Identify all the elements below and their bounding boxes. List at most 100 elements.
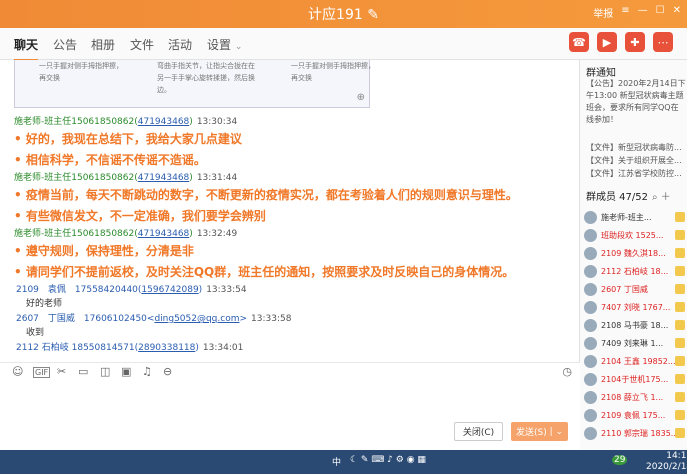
message-text: • 有些微信发文，不一定准确，我们要学会辨别	[14, 209, 266, 223]
member-item[interactable]: 2104于世机175...	[584, 370, 687, 388]
image-caption-1: 一只手握对侧手拇指押擦， 再交换	[39, 62, 123, 82]
notice-file[interactable]: 【文件】新型冠状病毒防...	[586, 142, 682, 153]
member-item[interactable]: 2109 袁佩 175...	[584, 406, 687, 424]
tab-announcement[interactable]: 公告	[53, 36, 77, 53]
message-header: 施老师-班主任15061850862(471943468) 13:32:49	[14, 229, 238, 239]
member-item[interactable]: 2110 郭宗瑞 1835...	[584, 424, 687, 442]
avatar	[584, 246, 597, 260]
more-apps-icon[interactable]: ⋯	[653, 32, 673, 52]
message-text: • 遵守规则，保持理性，分清是非	[14, 244, 194, 258]
badge-icon	[675, 302, 685, 312]
tray-icons: ☾ ✎ ⌨ ♪ ⚙ ◉ ▦	[350, 455, 426, 465]
gif-icon[interactable]: GIF	[33, 367, 51, 378]
badge-icon	[675, 320, 685, 330]
minimize-button[interactable]: —	[638, 5, 648, 20]
image-caption-2: 弯曲手指关节，让指尖合拢在在 另一手手掌心旋转揉搓，然后换边。	[157, 62, 255, 94]
chevron-down-icon[interactable]: ⌄	[555, 427, 563, 437]
bell-icon[interactable]: ♫	[142, 365, 152, 378]
report-button[interactable]: 举报	[593, 5, 613, 20]
window-title: 计应191 ✎	[308, 7, 379, 23]
message-text: 好的老师	[26, 299, 63, 309]
badge-icon	[675, 428, 685, 438]
pencil-icon[interactable]: ✎	[367, 7, 379, 23]
message-text: • 好的，我现在总结下，我给大家几点建议	[14, 132, 242, 146]
image-icon[interactable]: ▣	[121, 365, 131, 378]
notice-file[interactable]: 【文件】关于组织开展全...	[586, 155, 682, 166]
avatar	[584, 300, 597, 314]
badge-icon	[675, 374, 685, 384]
avatar	[584, 372, 597, 386]
window-icon[interactable]: ◫	[100, 365, 110, 378]
window-controls: 举报 ≡ — ☐ ✕	[593, 5, 681, 20]
clock[interactable]: 14:10 2020/2/14	[646, 451, 687, 473]
more-icon[interactable]: ⊖	[163, 365, 172, 378]
close-window-button[interactable]: ✕	[673, 5, 681, 20]
tab-activity[interactable]: 活动	[168, 36, 192, 53]
taskbar: 中 ☾ ✎ ⌨ ♪ ⚙ ◉ ▦ 29 14:10 2020/2/14	[0, 450, 687, 474]
member-item[interactable]: 2112 石柏岐 18...	[584, 262, 687, 280]
menu-icon[interactable]: ≡	[621, 5, 629, 20]
shared-image-preview[interactable]: 一只手握对侧手拇指押擦， 再交换 弯曲手指关节，让指尖合拢在在 另一手手掌心旋转…	[14, 60, 375, 108]
avatar	[584, 282, 597, 296]
avatar	[584, 426, 597, 440]
notification-badge[interactable]: 29	[612, 455, 628, 465]
tab-settings[interactable]: 设置 ⌄	[207, 36, 242, 53]
member-item[interactable]: 班助段欢 1525...	[584, 226, 687, 244]
avatar	[584, 318, 597, 332]
share-screen-icon[interactable]: ✚	[625, 32, 645, 52]
member-item[interactable]: 2108 薛立飞 1...	[584, 388, 687, 406]
tab-album[interactable]: 相册	[91, 36, 115, 53]
member-item[interactable]: 7409 刘来琳 1...	[584, 334, 687, 352]
chevron-down-icon: ⌄	[234, 42, 243, 52]
badge-icon	[675, 284, 685, 294]
title-bar: 计应191 ✎ 举报 ≡ — ☐ ✕	[0, 0, 687, 28]
zoom-icon[interactable]: ⊕	[357, 92, 365, 103]
badge-icon	[675, 266, 685, 276]
avatar	[584, 390, 597, 404]
emoji-icon[interactable]: ☺	[12, 365, 23, 378]
member-item[interactable]: 2104 王鑫 19852...	[584, 352, 687, 370]
members-tools: ⌕ ＋	[652, 188, 671, 203]
video-icon[interactable]: ▶	[597, 32, 617, 52]
folder-icon[interactable]: ▭	[78, 365, 88, 378]
avatar	[584, 336, 597, 350]
badge-icon	[675, 356, 685, 366]
search-icon[interactable]: ⌕	[652, 192, 658, 203]
badge-icon	[675, 338, 685, 348]
tab-chat[interactable]: 聊天	[14, 36, 39, 61]
clock-icon[interactable]: ◷	[562, 365, 572, 378]
message-text: • 疫情当前，每天不断跳动的数字，不断更新的疫情实况，都在考验着人们的规则意识与…	[14, 188, 518, 202]
message-header: 2109 袁佩 17558420440(1596742089) 13:33:54	[16, 285, 247, 295]
tab-files[interactable]: 文件	[130, 36, 154, 53]
ime-indicator[interactable]: 中	[332, 455, 341, 468]
badge-icon	[675, 212, 685, 222]
group-sidebar: 群通知 【公告】2020年2月14日下午13:00 新型冠状病毒主题班会，要求所…	[580, 60, 687, 450]
chat-history[interactable]: 一只手握对侧手拇指押擦， 再交换 弯曲手指关节，让指尖合拢在在 另一手手掌心旋转…	[0, 60, 580, 362]
member-item[interactable]: 2108 马书豪 18...	[584, 316, 687, 334]
badge-icon	[675, 248, 685, 258]
badge-icon	[675, 410, 685, 420]
message-header: 2112 石柏岐 18550814571(2890338118) 13:34:01	[16, 343, 244, 353]
member-item[interactable]: 7407 刘晓 1767...	[584, 298, 687, 316]
input-toolbar: ☺ GIF ✂ ▭ ◫ ▣ ♫ ⊖ ◷	[0, 362, 580, 380]
avatar	[584, 354, 597, 368]
scissors-icon[interactable]: ✂	[57, 365, 66, 378]
notice-body[interactable]: 【公告】2020年2月14日下午13:00 新型冠状病毒主题班会，要求所有同学Q…	[586, 78, 686, 126]
badge-icon	[675, 230, 685, 240]
avatar	[584, 264, 597, 278]
message-text: 收到	[26, 328, 45, 338]
maximize-button[interactable]: ☐	[656, 5, 665, 20]
badge-icon	[675, 392, 685, 402]
image-caption-3: 一只手握对侧手拇指押擦， 再交换	[291, 62, 375, 82]
member-item[interactable]: 2607 丁国威	[584, 280, 687, 298]
member-item[interactable]: 施老师-班主...	[584, 208, 687, 226]
message-header: 施老师-班主任15061850862(471943468) 13:30:34	[14, 117, 238, 127]
message-header: 施老师-班主任15061850862(471943468) 13:31:44	[14, 173, 238, 183]
close-button[interactable]: 关闭(C)	[454, 422, 503, 441]
phone-icon[interactable]: ☎	[569, 32, 589, 52]
member-item[interactable]: 2109 魏久淇18...	[584, 244, 687, 262]
avatar	[584, 408, 597, 422]
send-button[interactable]: 发送(S) | ⌄	[511, 422, 568, 441]
notice-file[interactable]: 【文件】江苏省学校防控...	[586, 168, 682, 179]
add-member-icon[interactable]: ＋	[661, 192, 671, 203]
